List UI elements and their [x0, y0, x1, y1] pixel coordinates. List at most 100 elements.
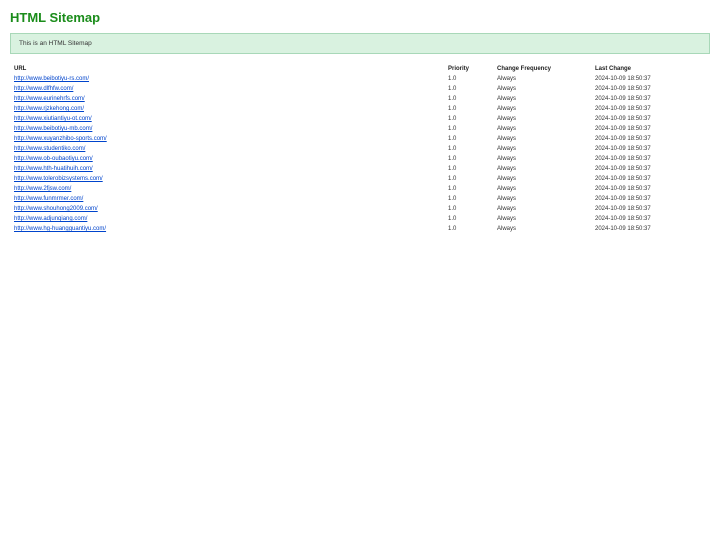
sitemap-link[interactable]: http://www.ob-oubaotiyu.com/ — [14, 156, 93, 162]
cell-url: http://www.rjzkehong.com/ — [10, 104, 444, 114]
cell-url: http://www.beibotiyu-mb.com/ — [10, 124, 444, 134]
cell-url: http://www.studentiko.com/ — [10, 144, 444, 154]
sitemap-link[interactable]: http://www.hth-huatihuih.com/ — [14, 166, 93, 172]
cell-priority: 1.0 — [444, 74, 493, 84]
cell-frequency: Always — [493, 184, 591, 194]
cell-last-change: 2024-10-09 18:50:37 — [591, 94, 710, 104]
table-row: http://www.hth-huatihuih.com/1.0Always20… — [10, 164, 710, 174]
cell-priority: 1.0 — [444, 224, 493, 234]
cell-url: http://www.dlfhfw.com/ — [10, 84, 444, 94]
table-row: http://www.funmrmer.com/1.0Always2024-10… — [10, 194, 710, 204]
cell-priority: 1.0 — [444, 114, 493, 124]
table-row: http://www.eurinehrfs.com/1.0Always2024-… — [10, 94, 710, 104]
cell-last-change: 2024-10-09 18:50:37 — [591, 144, 710, 154]
cell-frequency: Always — [493, 94, 591, 104]
table-row: http://www.adjunqiang.com/1.0Always2024-… — [10, 214, 710, 224]
table-row: http://www.ob-oubaotiyu.com/1.0Always202… — [10, 154, 710, 164]
sitemap-link[interactable]: http://www.studentiko.com/ — [14, 146, 85, 152]
header-priority: Priority — [444, 64, 493, 74]
sitemap-link[interactable]: http://www.2fjsw.com/ — [14, 186, 71, 192]
table-row: http://www.2fjsw.com/1.0Always2024-10-09… — [10, 184, 710, 194]
sitemap-link[interactable]: http://www.beibotiyu-mb.com/ — [14, 126, 92, 132]
cell-last-change: 2024-10-09 18:50:37 — [591, 134, 710, 144]
cell-priority: 1.0 — [444, 134, 493, 144]
cell-frequency: Always — [493, 154, 591, 164]
header-frequency: Change Frequency — [493, 64, 591, 74]
cell-last-change: 2024-10-09 18:50:37 — [591, 184, 710, 194]
cell-frequency: Always — [493, 204, 591, 214]
cell-frequency: Always — [493, 104, 591, 114]
cell-last-change: 2024-10-09 18:50:37 — [591, 194, 710, 204]
sitemap-table: URL Priority Change Frequency Last Chang… — [10, 64, 710, 234]
cell-frequency: Always — [493, 84, 591, 94]
page-title: HTML Sitemap — [10, 10, 710, 25]
sitemap-link[interactable]: http://www.beibotiyu-rs.com/ — [14, 76, 89, 82]
cell-priority: 1.0 — [444, 104, 493, 114]
cell-frequency: Always — [493, 174, 591, 184]
cell-priority: 1.0 — [444, 174, 493, 184]
sitemap-link[interactable]: http://www.rjzkehong.com/ — [14, 106, 84, 112]
cell-frequency: Always — [493, 134, 591, 144]
table-header-row: URL Priority Change Frequency Last Chang… — [10, 64, 710, 74]
table-row: http://www.xuyanzhibo-sports.com/1.0Alwa… — [10, 134, 710, 144]
cell-last-change: 2024-10-09 18:50:37 — [591, 104, 710, 114]
cell-url: http://www.adjunqiang.com/ — [10, 214, 444, 224]
table-row: http://www.studentiko.com/1.0Always2024-… — [10, 144, 710, 154]
cell-priority: 1.0 — [444, 154, 493, 164]
sitemap-link[interactable]: http://www.tolerobizsystems.com/ — [14, 176, 103, 182]
cell-url: http://www.hg-huangguantiyu.com/ — [10, 224, 444, 234]
cell-last-change: 2024-10-09 18:50:37 — [591, 114, 710, 124]
cell-url: http://www.eurinehrfs.com/ — [10, 94, 444, 104]
header-url: URL — [10, 64, 444, 74]
cell-url: http://www.tolerobizsystems.com/ — [10, 174, 444, 184]
table-row: http://www.tolerobizsystems.com/1.0Alway… — [10, 174, 710, 184]
cell-url: http://www.shouhong2009.com/ — [10, 204, 444, 214]
cell-last-change: 2024-10-09 18:50:37 — [591, 74, 710, 84]
cell-last-change: 2024-10-09 18:50:37 — [591, 164, 710, 174]
cell-last-change: 2024-10-09 18:50:37 — [591, 214, 710, 224]
sitemap-link[interactable]: http://www.xiutiantiyu-ot.com/ — [14, 116, 92, 122]
cell-frequency: Always — [493, 124, 591, 134]
cell-url: http://www.2fjsw.com/ — [10, 184, 444, 194]
cell-frequency: Always — [493, 74, 591, 84]
cell-last-change: 2024-10-09 18:50:37 — [591, 204, 710, 214]
table-row: http://www.rjzkehong.com/1.0Always2024-1… — [10, 104, 710, 114]
sitemap-link[interactable]: http://www.xuyanzhibo-sports.com/ — [14, 136, 107, 142]
cell-priority: 1.0 — [444, 94, 493, 104]
cell-url: http://www.xiutiantiyu-ot.com/ — [10, 114, 444, 124]
cell-priority: 1.0 — [444, 214, 493, 224]
cell-frequency: Always — [493, 164, 591, 174]
table-row: http://www.beibotiyu-mb.com/1.0Always202… — [10, 124, 710, 134]
sitemap-link[interactable]: http://www.funmrmer.com/ — [14, 196, 83, 202]
table-row: http://www.hg-huangguantiyu.com/1.0Alway… — [10, 224, 710, 234]
sitemap-link[interactable]: http://www.adjunqiang.com/ — [14, 216, 87, 222]
cell-url: http://www.ob-oubaotiyu.com/ — [10, 154, 444, 164]
table-row: http://www.dlfhfw.com/1.0Always2024-10-0… — [10, 84, 710, 94]
cell-url: http://www.beibotiyu-rs.com/ — [10, 74, 444, 84]
cell-last-change: 2024-10-09 18:50:37 — [591, 174, 710, 184]
cell-priority: 1.0 — [444, 184, 493, 194]
cell-priority: 1.0 — [444, 204, 493, 214]
sitemap-link[interactable]: http://www.shouhong2009.com/ — [14, 206, 98, 212]
cell-priority: 1.0 — [444, 144, 493, 154]
cell-last-change: 2024-10-09 18:50:37 — [591, 154, 710, 164]
cell-frequency: Always — [493, 114, 591, 124]
cell-last-change: 2024-10-09 18:50:37 — [591, 124, 710, 134]
sitemap-link[interactable]: http://www.hg-huangguantiyu.com/ — [14, 226, 106, 232]
cell-url: http://www.funmrmer.com/ — [10, 194, 444, 204]
cell-frequency: Always — [493, 214, 591, 224]
cell-frequency: Always — [493, 194, 591, 204]
cell-frequency: Always — [493, 224, 591, 234]
table-row: http://www.shouhong2009.com/1.0Always202… — [10, 204, 710, 214]
table-row: http://www.beibotiyu-rs.com/1.0Always202… — [10, 74, 710, 84]
cell-priority: 1.0 — [444, 164, 493, 174]
header-last-change: Last Change — [591, 64, 710, 74]
sitemap-link[interactable]: http://www.eurinehrfs.com/ — [14, 96, 85, 102]
sitemap-link[interactable]: http://www.dlfhfw.com/ — [14, 86, 73, 92]
cell-url: http://www.hth-huatihuih.com/ — [10, 164, 444, 174]
intro-box: This is an HTML Sitemap — [10, 33, 710, 54]
cell-last-change: 2024-10-09 18:50:37 — [591, 84, 710, 94]
table-row: http://www.xiutiantiyu-ot.com/1.0Always2… — [10, 114, 710, 124]
intro-text: This is an HTML Sitemap — [19, 40, 92, 47]
cell-frequency: Always — [493, 144, 591, 154]
